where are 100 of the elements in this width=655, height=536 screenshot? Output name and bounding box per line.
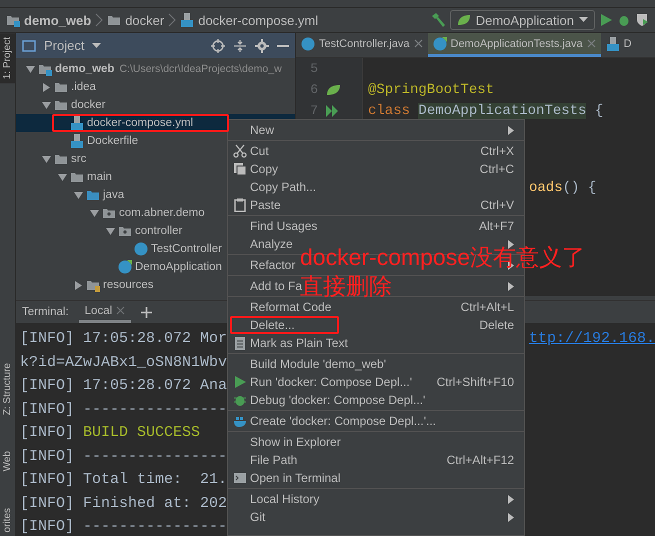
tree-row[interactable]: docker bbox=[16, 96, 295, 114]
scissors-icon bbox=[233, 144, 247, 158]
shortcut-text: Alt+F7 bbox=[478, 219, 514, 233]
package-icon bbox=[102, 206, 116, 220]
text-file-icon bbox=[233, 336, 247, 350]
module-icon bbox=[38, 62, 52, 76]
menu-item[interactable]: Show in Explorer bbox=[250, 435, 341, 449]
menu-item[interactable]: Paste bbox=[250, 198, 281, 212]
settings-icon[interactable] bbox=[255, 38, 269, 52]
code-line: @SpringBootTest bbox=[368, 82, 494, 98]
menu-item[interactable]: Delete... bbox=[250, 318, 295, 332]
terminal-line: [INFO] ---------------- bbox=[20, 400, 228, 418]
editor-tab[interactable]: TestController.java bbox=[296, 33, 428, 57]
menu-item[interactable]: Run 'docker: Compose Depl...' bbox=[250, 375, 412, 389]
folder-icon bbox=[54, 80, 68, 94]
terminal-line: [INFO] 17:05:28.072 Ana bbox=[20, 377, 228, 394]
menu-item[interactable]: Debug 'docker: Compose Depl...' bbox=[250, 393, 426, 407]
crosshair-icon[interactable] bbox=[211, 38, 225, 52]
menu-item[interactable]: Cut bbox=[250, 144, 269, 158]
menu-item[interactable]: Copy bbox=[250, 162, 278, 176]
shortcut-text: Ctrl+Alt+F12 bbox=[446, 453, 514, 467]
close-icon[interactable] bbox=[414, 39, 422, 48]
terminal-line: [INFO] ---------------- bbox=[20, 518, 228, 536]
code-line: class DemoApplicationTests { bbox=[368, 102, 604, 118]
menu-item[interactable]: Local History bbox=[250, 492, 320, 506]
module-icon bbox=[6, 13, 20, 27]
shortcut-text: Ctrl+Alt+L bbox=[460, 300, 514, 314]
menu-item[interactable]: Add to Fa bbox=[250, 279, 302, 293]
leaf-icon bbox=[326, 82, 341, 96]
dropdown-icon[interactable] bbox=[92, 42, 102, 48]
folder-icon bbox=[54, 98, 68, 112]
collapse-icon[interactable] bbox=[233, 38, 247, 52]
class-icon bbox=[301, 36, 315, 50]
tool-window-tab[interactable]: 1: Project bbox=[0, 33, 15, 84]
shortcut-text: Delete bbox=[479, 318, 514, 332]
hammer-icon[interactable] bbox=[430, 12, 446, 28]
breadcrumb[interactable]: docker bbox=[107, 12, 164, 28]
caret-icon[interactable] bbox=[74, 280, 82, 290]
folder-icon bbox=[54, 152, 68, 166]
tool-window-tab[interactable]: orites bbox=[0, 504, 15, 536]
add-icon[interactable] bbox=[141, 306, 152, 318]
file-icon bbox=[606, 36, 620, 50]
breadcrumb[interactable]: demo_web bbox=[6, 12, 92, 28]
dropdown-icon bbox=[579, 17, 588, 23]
clipboard-icon bbox=[233, 198, 247, 212]
terminal-line: [INFO] 17:05:28.072 Mor bbox=[20, 330, 228, 348]
run-icon bbox=[233, 375, 247, 389]
terminal-line: [INFO] Total time: 21. bbox=[20, 471, 228, 488]
annotation-text: 直接删除 bbox=[300, 272, 392, 301]
menu-item[interactable]: Copy Path... bbox=[250, 180, 316, 194]
double-arrow-icon bbox=[326, 104, 338, 116]
chevron-icon bbox=[95, 13, 104, 27]
path-hint: C:\Users\dcr\IdeaProjects\demo_w bbox=[119, 63, 282, 75]
editor-tab[interactable]: D bbox=[600, 33, 637, 57]
shield-icon[interactable] bbox=[635, 13, 649, 27]
docker-file-icon bbox=[70, 134, 84, 148]
package-icon bbox=[118, 224, 132, 238]
chevron-icon bbox=[168, 13, 176, 27]
minimize-icon[interactable] bbox=[277, 44, 289, 48]
run-icon[interactable] bbox=[599, 13, 613, 27]
source-folder-icon bbox=[86, 188, 100, 202]
folder-icon bbox=[107, 13, 122, 27]
terminal-line: [INFO] BUILD SUCCESS bbox=[20, 424, 200, 442]
copy-icon bbox=[233, 162, 247, 176]
menu-item[interactable]: Reformat Code bbox=[250, 300, 332, 314]
terminal-line: [INFO] ---------------- bbox=[20, 448, 228, 465]
terminal-line: [INFO] Finished at: 202 bbox=[20, 494, 228, 512]
tree-row[interactable]: .idea bbox=[16, 78, 295, 96]
editor-tab[interactable]: DemoApplicationTests.java bbox=[428, 33, 601, 57]
menu-item[interactable]: Mark as Plain Text bbox=[250, 336, 348, 350]
docker-file-icon bbox=[180, 13, 194, 27]
shortcut-text: Ctrl+X bbox=[480, 144, 514, 158]
shortcut-text: Ctrl+Shift+F10 bbox=[436, 375, 514, 389]
shortcut-text: Ctrl+C bbox=[480, 162, 514, 176]
close-icon[interactable] bbox=[116, 306, 126, 315]
menu-item[interactable]: Git bbox=[250, 510, 266, 524]
terminal-tab[interactable]: Local bbox=[78, 301, 132, 323]
tree-row[interactable]: demo_web C:\Users\dcr\IdeaProjects\demo_w bbox=[16, 60, 295, 78]
terminal-icon bbox=[233, 471, 247, 485]
menu-item[interactable]: Build Module 'demo_web' bbox=[250, 357, 386, 371]
tool-window-tab[interactable]: Z: Structure bbox=[0, 358, 15, 420]
spring-class-icon bbox=[118, 260, 132, 274]
resources-folder-icon bbox=[86, 278, 100, 292]
panel-icon bbox=[22, 38, 36, 52]
run-configuration-dropdown[interactable]: DemoApplication bbox=[450, 10, 595, 30]
tool-window-tab[interactable]: Web bbox=[0, 447, 15, 476]
whale-icon bbox=[233, 414, 247, 428]
spring-class-icon bbox=[432, 36, 446, 50]
menu-item[interactable]: Create 'docker: Compose Depl...'... bbox=[250, 414, 436, 428]
url-link[interactable]: ttp://192.168. bbox=[528, 330, 655, 348]
breadcrumb[interactable]: docker-compose.yml bbox=[180, 12, 318, 28]
folder-icon bbox=[70, 170, 84, 184]
menu-item[interactable]: Refactor bbox=[250, 258, 296, 272]
menu-item[interactable]: Find Usages bbox=[250, 219, 318, 233]
annotation-text: docker-compose没有意义了 bbox=[300, 243, 586, 272]
menu-item[interactable]: Open in Terminal bbox=[250, 471, 340, 485]
menu-item[interactable]: File Path bbox=[250, 453, 298, 467]
leaf-icon bbox=[456, 13, 471, 27]
panel-title[interactable]: Project bbox=[44, 38, 84, 53]
menu-item[interactable]: Analyze bbox=[250, 237, 293, 251]
